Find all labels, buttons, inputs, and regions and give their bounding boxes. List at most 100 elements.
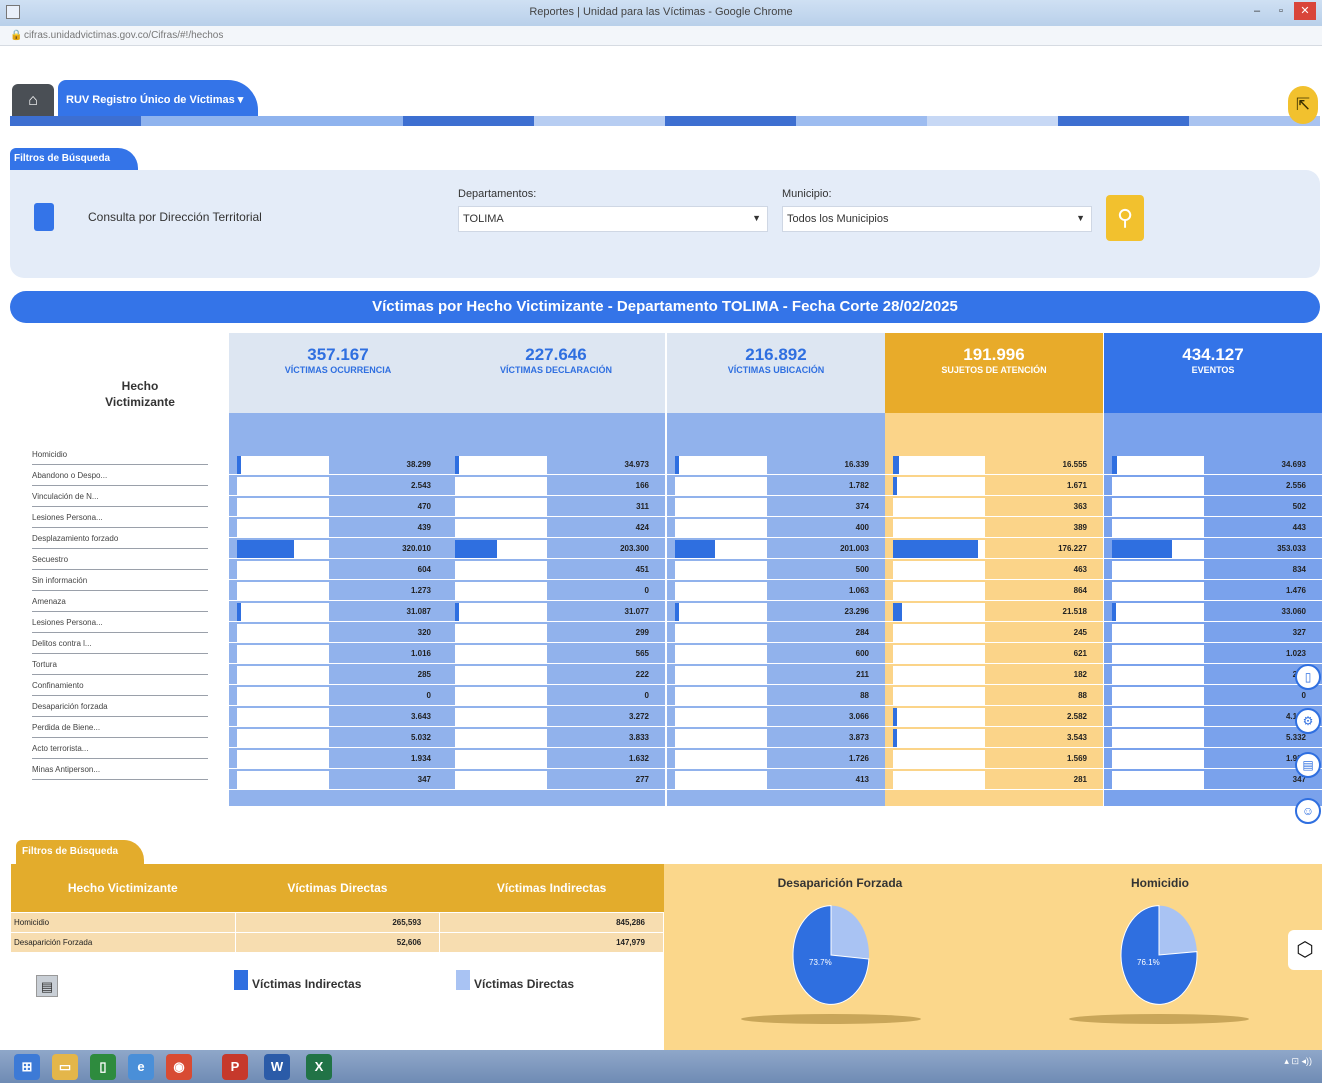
bar-track: [893, 477, 985, 495]
bar-track: [237, 624, 329, 642]
cell-value: 3.833: [628, 733, 649, 742]
table-cell: 166: [447, 475, 665, 496]
bottom-table: Hecho Victimizante Víctimas Directas Víc…: [10, 864, 664, 958]
row-label[interactable]: Amenaza: [32, 591, 208, 612]
bar-track: [675, 477, 767, 495]
cell-value: 277: [635, 775, 649, 784]
bar-track: [1112, 540, 1204, 558]
minimize-icon[interactable]: –: [1246, 2, 1268, 20]
table-icon[interactable]: ▤: [1295, 752, 1321, 778]
cell-value: 621: [1073, 649, 1087, 658]
row-label[interactable]: Homicidio: [32, 444, 208, 465]
column-header: 357.167 VÍCTIMAS OCURRENCIA: [229, 333, 447, 413]
row-label[interactable]: Acto terrorista...: [32, 738, 208, 759]
cell-value: 500: [855, 565, 869, 574]
ie-icon[interactable]: e: [128, 1054, 154, 1080]
row-label[interactable]: Tortura: [32, 654, 208, 675]
search-button[interactable]: ⚲: [1106, 195, 1144, 241]
accessibility-icon[interactable]: ⬡: [1288, 930, 1322, 970]
cell-value: 176.227: [1058, 544, 1087, 553]
bottom-cell-directas: 52,606: [234, 931, 441, 953]
row-label[interactable]: Minas Antiperson...: [32, 759, 208, 780]
maximize-icon[interactable]: ▫: [1270, 2, 1292, 20]
word-icon[interactable]: W: [264, 1054, 290, 1080]
row-label[interactable]: Lesiones Persona...: [32, 507, 208, 528]
territorial-checkbox[interactable]: [34, 203, 54, 231]
row-label[interactable]: Abandono o Despo...: [32, 465, 208, 486]
bar-fill: [675, 603, 679, 621]
row-label[interactable]: Desplazamiento forzado: [32, 528, 208, 549]
table-cell: 1.569: [885, 748, 1103, 769]
table-cell: 0: [447, 685, 665, 706]
bar-fill: [893, 456, 899, 474]
row-label[interactable]: Delitos contra l...: [32, 633, 208, 654]
powerpoint-icon[interactable]: P: [222, 1054, 248, 1080]
filters-tab[interactable]: Filtros de Búsqueda: [10, 148, 138, 170]
cell-value: 2.556: [1285, 481, 1306, 490]
start-icon[interactable]: ⊞: [14, 1054, 40, 1080]
column-number: 357.167: [307, 345, 369, 364]
cell-value: 285: [417, 670, 431, 679]
bar-track: [893, 498, 985, 516]
address-bar[interactable]: 🔒 cifras.unidadvictimas.gov.co/Cifras/#!…: [0, 26, 1322, 46]
row-label[interactable]: Vinculación de N...: [32, 486, 208, 507]
cell-value: 327: [1292, 628, 1306, 637]
bottom-filters-tab[interactable]: Filtros de Búsqueda: [16, 840, 144, 864]
row-header: Hecho Victimizante: [105, 379, 175, 409]
cell-value: 443: [1292, 523, 1306, 532]
row-label[interactable]: Perdida de Biene...: [32, 717, 208, 738]
bar-track: [893, 456, 985, 474]
table-cell: 1.063: [667, 580, 885, 601]
chat-icon[interactable]: ☺: [1295, 798, 1321, 824]
bar-track: [237, 666, 329, 684]
folder-icon[interactable]: ▭: [52, 1054, 78, 1080]
cell-value: 347: [417, 775, 431, 784]
bar-fill: [675, 540, 716, 558]
pie-percent-label: 73.7%: [809, 958, 832, 967]
taskbar: ⊞ ▭ ▯ e ◉ P W X ▴ ⊡ ◂)): [0, 1050, 1322, 1083]
table-cell: 285: [229, 664, 447, 685]
table-cell: 363: [885, 496, 1103, 517]
calc-icon[interactable]: ▯: [90, 1054, 116, 1080]
bar-fill: [1112, 603, 1116, 621]
cell-value: 1.934: [410, 754, 431, 763]
table-cell: 1.671: [885, 475, 1103, 496]
table-cell: 34.693: [1104, 454, 1322, 475]
row-label[interactable]: Desaparición forzada: [32, 696, 208, 717]
row-label[interactable]: Sin información: [32, 570, 208, 591]
row-label[interactable]: Confinamiento: [32, 675, 208, 696]
cell-value: 2.582: [1066, 712, 1087, 721]
bar-track: [237, 540, 329, 558]
registry-tab[interactable]: RUV Registro Único de Víctimas ▾: [58, 80, 258, 116]
chrome-icon[interactable]: ◉: [166, 1054, 192, 1080]
bar-track: [237, 498, 329, 516]
table-cell: 88: [885, 685, 1103, 706]
cell-value: 389: [1073, 523, 1087, 532]
table-cell: 88: [667, 685, 885, 706]
row-label[interactable]: Lesiones Persona...: [32, 612, 208, 633]
settings-icon[interactable]: ⚙: [1295, 708, 1321, 734]
home-button[interactable]: ⌂: [12, 84, 54, 116]
pie-charts: 73.7% 76.1%: [741, 905, 1249, 1024]
excel-icon[interactable]: X: [306, 1054, 332, 1080]
table-cell: 311: [447, 496, 665, 517]
bar-track: [675, 582, 767, 600]
export-button[interactable]: ⇱: [1288, 86, 1318, 124]
pie-percent-label: 76.1%: [1137, 958, 1160, 967]
lock-icon: 🔒: [10, 30, 23, 41]
municipio-select[interactable]: Todos los Municipios ▼: [782, 206, 1092, 232]
book-icon[interactable]: ▯: [1295, 664, 1321, 690]
bar-track: [237, 477, 329, 495]
table-cell: 201.003: [667, 538, 885, 559]
cell-value: 299: [635, 628, 649, 637]
bottom-cell-label: Desaparición Forzada: [10, 931, 236, 953]
bar-track: [675, 624, 767, 642]
municipio-label: Municipio:: [782, 188, 832, 200]
cell-value: 400: [855, 523, 869, 532]
departamentos-select[interactable]: TOLIMA ▼: [458, 206, 768, 232]
row-label[interactable]: Secuestro: [32, 549, 208, 570]
print-icon[interactable]: ▤: [36, 975, 58, 997]
bar-track: [675, 708, 767, 726]
bar-fill: [893, 729, 897, 747]
close-icon[interactable]: ✕: [1294, 2, 1316, 20]
